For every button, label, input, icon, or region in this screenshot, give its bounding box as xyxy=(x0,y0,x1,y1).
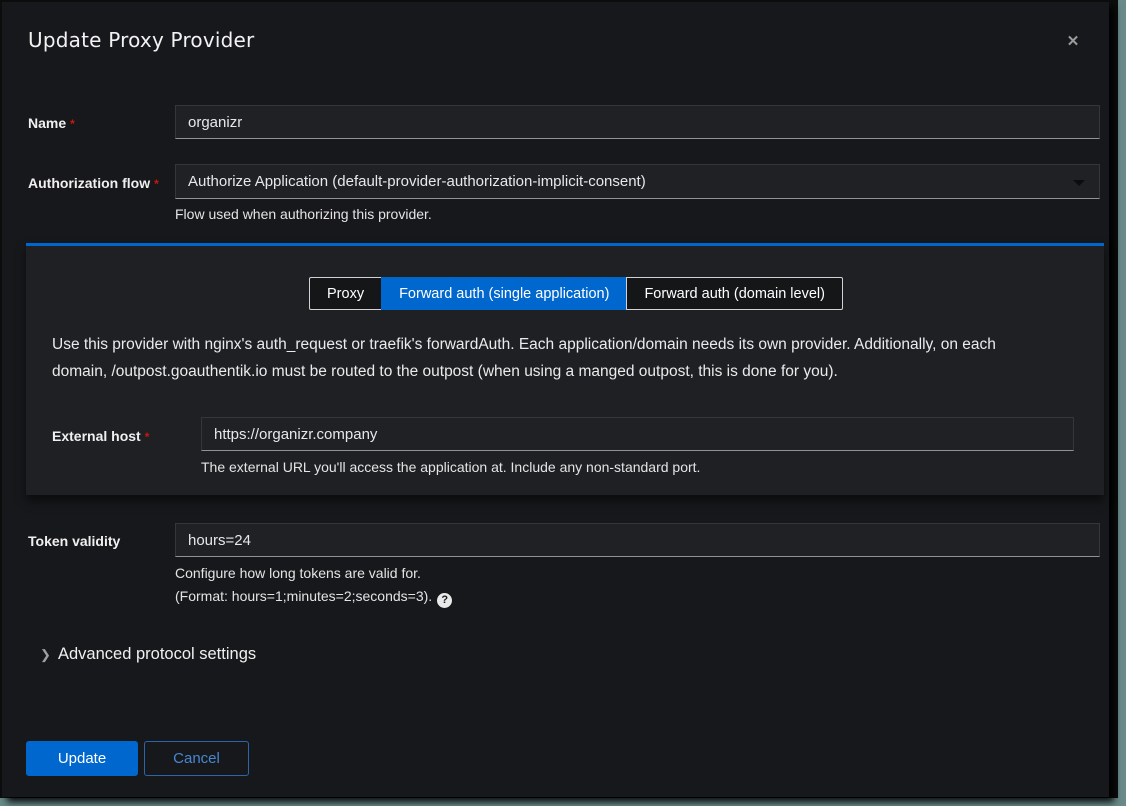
page-background-edge-right xyxy=(1118,0,1126,806)
token-validity-help-line1: Configure how long tokens are valid for. xyxy=(175,564,421,582)
chevron-right-icon: ❯ xyxy=(28,647,58,663)
external-host-label: External host * xyxy=(52,428,197,446)
required-asterisk: * xyxy=(145,430,150,444)
required-asterisk: * xyxy=(70,117,75,131)
token-validity-label-text: Token validity xyxy=(28,533,120,549)
tab-forward-auth-single[interactable]: Forward auth (single application) xyxy=(381,277,627,310)
name-label: Name * xyxy=(28,115,173,133)
update-button[interactable]: Update xyxy=(26,741,138,776)
external-host-label-text: External host xyxy=(52,428,141,444)
authorization-flow-select[interactable]: Authorize Application (default-provider-… xyxy=(175,164,1100,199)
advanced-protocol-settings-label: Advanced protocol settings xyxy=(58,645,256,664)
mode-description: Use this provider with nginx's auth_requ… xyxy=(52,331,1042,385)
external-host-help: The external URL you'll access the appli… xyxy=(201,458,700,476)
modal-title: Update Proxy Provider xyxy=(28,28,254,52)
token-validity-format-text: (Format: hours=1;minutes=2;seconds=3). xyxy=(175,588,432,604)
tab-forward-auth-domain[interactable]: Forward auth (domain level) xyxy=(626,277,843,310)
required-asterisk: * xyxy=(154,177,159,191)
external-host-input[interactable] xyxy=(201,417,1074,451)
mode-toggle-group: Proxy Forward auth (single application) … xyxy=(309,277,843,310)
token-validity-input[interactable] xyxy=(175,523,1100,557)
authorization-flow-help: Flow used when authorizing this provider… xyxy=(175,205,432,223)
token-validity-help-line2: (Format: hours=1;minutes=2;seconds=3).? xyxy=(175,587,452,608)
screen: Update Proxy Provider ✕ Name * Authorizat… xyxy=(0,0,1126,806)
proxy-mode-card: Proxy Forward auth (single application) … xyxy=(26,243,1104,495)
update-proxy-provider-modal: Update Proxy Provider ✕ Name * Authorizat… xyxy=(2,2,1109,797)
authorization-flow-label: Authorization flow * xyxy=(28,175,173,193)
help-circle-icon[interactable]: ? xyxy=(437,593,452,608)
token-validity-label: Token validity xyxy=(28,533,173,550)
caret-down-icon xyxy=(1073,180,1085,186)
advanced-protocol-settings-expander[interactable]: ❯ Advanced protocol settings xyxy=(28,645,256,664)
page-background-edge-bottom xyxy=(0,798,1126,806)
name-label-text: Name xyxy=(28,115,66,131)
authorization-flow-label-text: Authorization flow xyxy=(28,175,150,191)
tab-proxy[interactable]: Proxy xyxy=(309,277,382,310)
name-input[interactable] xyxy=(175,105,1100,139)
authorization-flow-selected-value: Authorize Application (default-provider-… xyxy=(188,173,646,190)
close-icon[interactable]: ✕ xyxy=(1063,32,1083,52)
cancel-button[interactable]: Cancel xyxy=(144,741,249,776)
